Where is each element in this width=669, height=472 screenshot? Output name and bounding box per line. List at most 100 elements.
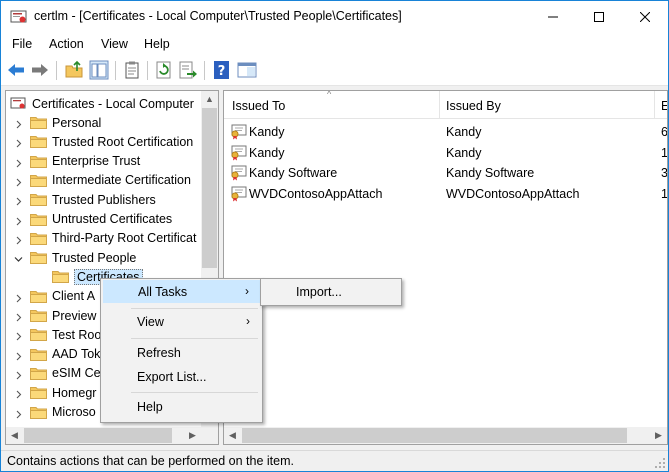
toolbar: ? (1, 56, 668, 86)
expand-chevron-icon[interactable] (14, 330, 23, 341)
help-icon[interactable]: ? (212, 60, 232, 80)
tree-item[interactable]: Test Roo (30, 325, 101, 344)
submenu-arrow-icon: › (246, 314, 250, 328)
menu-view[interactable]: View (101, 37, 128, 51)
expand-chevron-icon[interactable] (14, 292, 23, 303)
ctx-view[interactable]: View › (103, 311, 260, 334)
export-list-icon[interactable] (178, 60, 198, 80)
expand-chevron-icon[interactable] (14, 137, 23, 148)
minimize-button[interactable] (530, 1, 576, 32)
menu-help[interactable]: Help (144, 37, 170, 51)
list-horizontal-scrollbar[interactable]: ◀ ▶ (224, 427, 667, 444)
column-divider[interactable] (654, 91, 655, 119)
collapse-chevron-icon[interactable] (14, 253, 23, 262)
tree-item-label: eSIM Ce (52, 366, 101, 381)
back-arrow-icon[interactable] (6, 60, 26, 80)
scroll-right-arrow-icon[interactable]: ▶ (184, 427, 201, 444)
tree-item[interactable]: Homegr (30, 383, 96, 402)
tree-root[interactable]: Certificates - Local Computer (10, 94, 194, 113)
expand-chevron-icon[interactable] (14, 176, 23, 187)
menu-separator (131, 308, 258, 309)
toolbar-separator (147, 61, 148, 80)
folder-icon (30, 387, 47, 400)
ctx-refresh-label: Refresh (137, 346, 181, 360)
cell-expiration: 6 (661, 125, 668, 139)
tree-item-label: AAD Tok (52, 347, 101, 362)
column-divider[interactable] (439, 91, 440, 119)
tree-item-label: Preview (52, 308, 97, 323)
ctx-all-tasks[interactable]: All Tasks › (103, 280, 260, 303)
tree-item[interactable]: Third-Party Root Certificat (30, 229, 196, 248)
tree-item-label: Trusted Publishers (52, 192, 156, 207)
folder-icon (52, 271, 69, 284)
scroll-up-arrow-icon[interactable]: ▲ (201, 91, 218, 108)
tree-item[interactable]: Trusted Root Certification (30, 132, 193, 151)
certificate-icon (231, 186, 247, 201)
expand-chevron-icon[interactable] (14, 408, 23, 418)
up-folder-icon[interactable] (64, 60, 84, 80)
expand-chevron-icon[interactable] (14, 311, 23, 322)
tree-scroll-thumb[interactable] (202, 108, 217, 268)
sort-ascending-icon: ^ (327, 90, 332, 99)
cell-issued-to: Kandy (249, 145, 285, 160)
expand-chevron-icon[interactable] (14, 388, 23, 399)
resize-grip-icon[interactable] (654, 457, 666, 469)
tree-item[interactable]: Personal (30, 113, 101, 132)
table-row[interactable]: Kandy Kandy 6 (224, 122, 668, 142)
menu-file[interactable]: File (12, 37, 32, 51)
expand-chevron-icon[interactable] (14, 157, 23, 167)
expand-chevron-icon[interactable] (14, 215, 23, 225)
tree-item[interactable]: Trusted Publishers (30, 190, 156, 209)
ctx-help[interactable]: Help (103, 396, 260, 419)
menu-bar: File Action View Help (1, 32, 668, 56)
tree-item[interactable]: Preview (30, 306, 96, 325)
certificate-app-icon (10, 10, 27, 23)
table-row[interactable]: WVDContosoAppAttach WVDContosoAppAttach 1 (224, 184, 667, 204)
status-bar: Contains actions that can be performed o… (1, 450, 668, 471)
table-row[interactable]: Kandy Kandy 1 (224, 143, 667, 163)
clipboard-icon[interactable] (122, 60, 142, 80)
column-issued-to[interactable]: Issued To (232, 99, 285, 113)
results-pane[interactable]: ^ Issued To Issued By E KandyKandy6Kandy… (223, 90, 668, 445)
scroll-right-arrow-icon[interactable]: ▶ (650, 427, 667, 444)
show-hide-console-tree-icon[interactable] (89, 60, 109, 80)
menu-action[interactable]: Action (49, 37, 84, 51)
tree-horizontal-scrollbar[interactable]: ◀ ▶ (6, 427, 218, 444)
expand-chevron-icon[interactable] (14, 195, 23, 206)
tree-item[interactable]: Microso (30, 403, 96, 422)
context-menu: All Tasks › View › Refresh Export List..… (100, 278, 263, 423)
scroll-left-arrow-icon[interactable]: ◀ (6, 427, 23, 444)
submenu-import[interactable]: Import... (263, 281, 399, 303)
cell-issued-to: WVDContosoAppAttach (249, 186, 383, 201)
expand-chevron-icon[interactable] (14, 118, 23, 129)
tree-item[interactable]: Enterprise Trust (30, 152, 140, 171)
maximize-button[interactable] (576, 1, 622, 32)
expand-chevron-icon[interactable] (14, 234, 23, 245)
tree-item[interactable]: Untrusted Certificates (30, 210, 172, 229)
expand-chevron-icon[interactable] (14, 350, 23, 360)
tree-item[interactable]: Intermediate Certification (30, 171, 191, 190)
title-bar[interactable]: certlm - [Certificates - Local Computer\… (1, 1, 668, 32)
refresh-icon[interactable] (154, 60, 174, 80)
tree-item[interactable]: AAD Tok (30, 345, 100, 364)
expand-chevron-icon[interactable] (14, 369, 23, 380)
ctx-all-tasks-label: All Tasks (138, 285, 188, 299)
folder-icon (30, 213, 47, 226)
forward-arrow-icon[interactable] (30, 60, 50, 80)
ctx-refresh[interactable]: Refresh (103, 342, 260, 365)
tree-hscroll-thumb[interactable] (24, 428, 172, 443)
properties-pane-icon[interactable] (237, 60, 257, 80)
column-expiration[interactable]: E (661, 99, 667, 113)
tree-item[interactable]: Trusted People (30, 248, 136, 267)
tree-item-label: Personal (52, 115, 102, 130)
cell-expiration: 3 (661, 166, 668, 180)
list-hscroll-thumb[interactable] (242, 428, 627, 443)
toolbar-separator (115, 61, 116, 80)
tree-item[interactable]: Client A (30, 287, 95, 306)
tree-item[interactable]: eSIM Ce (30, 364, 101, 383)
ctx-export-list[interactable]: Export List... (103, 366, 260, 389)
table-row[interactable]: Kandy Software Kandy Software 3 (224, 163, 668, 183)
close-button[interactable] (622, 1, 668, 32)
column-issued-by[interactable]: Issued By (446, 99, 501, 113)
scroll-left-arrow-icon[interactable]: ◀ (224, 427, 241, 444)
